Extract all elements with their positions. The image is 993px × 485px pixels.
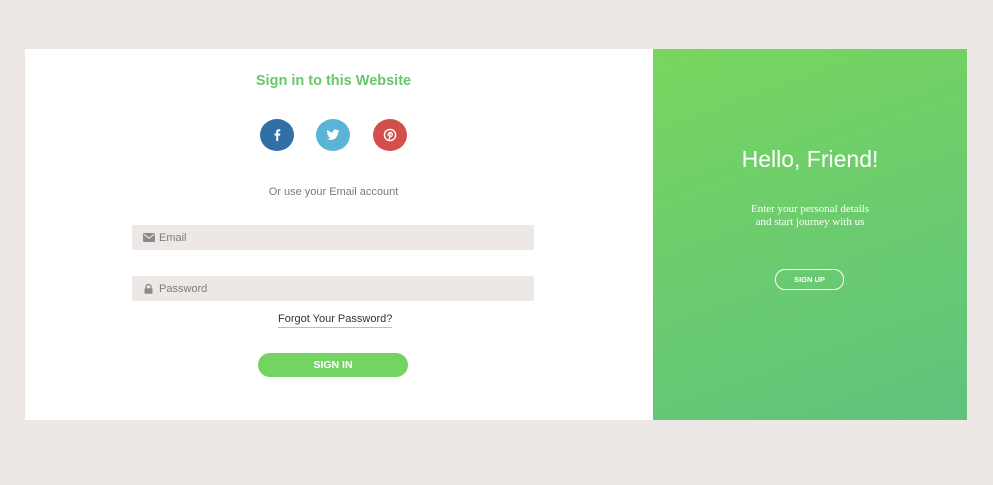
- facebook-icon: [270, 128, 284, 142]
- alt-signin-text: Or use your Email account: [268, 186, 399, 198]
- envelope-icon: [142, 233, 155, 242]
- password-field[interactable]: [132, 276, 534, 301]
- signup-button[interactable]: SIGN UP: [775, 269, 844, 290]
- facebook-button[interactable]: [260, 119, 294, 151]
- email-field[interactable]: [132, 225, 534, 250]
- signin-button[interactable]: SIGN IN: [258, 353, 408, 377]
- welcome-tagline: Enter your personal details and start jo…: [653, 203, 967, 229]
- signin-panel: Sign in to this Website Or use your Emai…: [25, 49, 653, 420]
- password-input[interactable]: [157, 277, 521, 300]
- forgot-password-link[interactable]: Forgot Your Password?: [278, 313, 393, 328]
- pinterest-button[interactable]: [373, 119, 407, 151]
- welcome-title: Hello, Friend!: [741, 146, 879, 172]
- tagline-line-1: Enter your personal details: [750, 203, 870, 215]
- twitter-button[interactable]: [316, 119, 350, 151]
- lock-icon: [142, 283, 155, 294]
- tagline-line-2: and start journey with us: [755, 216, 865, 228]
- signin-title: Sign in to this Website: [255, 73, 412, 89]
- pinterest-icon: [383, 128, 397, 142]
- twitter-icon: [326, 128, 340, 142]
- auth-card: Sign in to this Website Or use your Emai…: [25, 49, 967, 420]
- email-input[interactable]: [157, 226, 521, 249]
- welcome-panel: Hello, Friend! Enter your personal detai…: [653, 49, 967, 420]
